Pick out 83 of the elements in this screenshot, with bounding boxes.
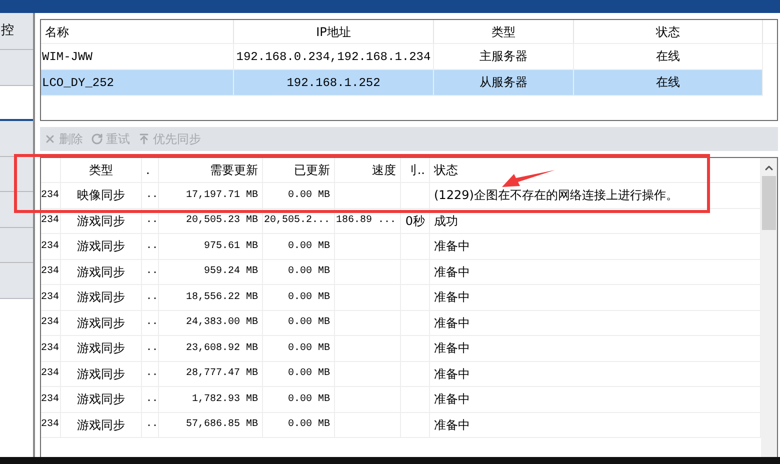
sidebar-tab[interactable]: 控 [0,13,33,50]
table-cell-text: 975.61 MB [204,240,258,254]
table-cell-text: 23,608.92 MB [186,342,258,356]
table-cell-text: 0.00 MB [288,265,330,280]
table-cell-text: 0.00 MB [288,316,330,330]
table-cell-text: .. [146,290,158,305]
column-header[interactable]: 已更新 [263,158,335,182]
table-cell-text: .. [146,240,158,254]
table-cell-text: 准备中 [434,314,470,332]
table-cell-text: 57,686.85 MB [186,418,258,432]
table-cell-text: (1229)企图在不存在的网络连接上进行操作。 [434,187,678,204]
column-header[interactable]: 需要更新 [159,158,263,182]
table-cell-text: 准备中 [434,416,470,434]
table-cell-text: 0.00 MB [288,418,330,432]
column-header[interactable]: 速度 [335,158,401,182]
table-cell-text: 游戏同步 [77,264,125,281]
table-cell-text: .. [146,265,158,280]
table-cell-text: 准备中 [434,238,470,256]
table-cell-text: .. [146,342,158,356]
table-cell-text: 186.89 ... [336,214,396,228]
table-cell-text: 18,556.22 MB [186,290,258,305]
column-header[interactable]: 类型 [434,20,574,43]
column-header[interactable]: . [142,158,159,182]
table-cell-text: 234 [41,367,60,382]
table-cell-text: 20,505.23 MB [186,214,258,228]
table-cell-text: 234 [41,316,60,330]
table-cell-text: 24,383.00 MB [186,316,258,330]
table-cell-text: 20,505.2... [264,214,330,228]
table-cell-text: 游戏同步 [77,289,125,306]
table-cell: 192.168.0.234,192.168.1.234 [234,44,434,69]
table-cell-text: 0.00 MB [288,188,330,203]
column-header[interactable]: 状态 [574,20,763,43]
table-cell: 主服务器 [434,44,574,69]
table-cell-text: .. [146,188,158,203]
table-cell-text: 准备中 [434,264,470,281]
table-cell: 在线 [574,70,763,95]
table-cell-text: 游戏同步 [77,391,125,408]
table-cell-text: 28,777.47 MB [186,367,258,382]
table-cell-text: .. [146,418,158,432]
table-cell-text: 映像同步 [77,187,125,204]
table-cell-text: 0.00 MB [288,240,330,254]
table-cell-text: 游戏同步 [77,366,125,383]
column-header[interactable]: 类型 [61,158,142,182]
table-cell-text: 准备中 [434,366,470,383]
table-cell-text: 1,782.93 MB [192,392,258,407]
table-cell: 从服务器 [434,70,574,95]
table-cell-text: 游戏同步 [77,212,125,230]
table-cell-text: 959.24 MB [204,265,258,280]
table-cell-text: .. [146,367,158,382]
table-cell-text: 234 [41,418,60,432]
table-cell-text: 游戏同步 [77,340,125,358]
table-cell-text: .. [146,316,158,330]
server-row[interactable]: LCO_DY_252 192.168.1.252 从服务器 在线 [41,70,763,96]
table-cell-text: .. [146,392,158,407]
table-cell: 192.168.1.252 [234,70,434,95]
table-cell-text: 234 [41,342,60,356]
column-header[interactable]: IP地址 [234,20,434,43]
table-cell-text: 0.00 MB [288,290,330,305]
table-cell-text: 游戏同步 [77,416,125,434]
table-cell-text: 234 [41,214,60,228]
table-cell-text: 234 [41,240,60,254]
table-cell-text: 成功 [434,212,458,230]
table-cell-text: 游戏同步 [77,238,125,256]
table-cell-text: 234 [41,290,60,305]
table-cell-text: 0.00 MB [288,392,330,407]
table-cell-text: 准备中 [434,340,470,358]
table-cell-text: 游戏同步 [77,314,125,332]
table-cell-text: 234 [41,265,60,280]
table-cell-text: 0秒 [405,212,425,230]
table-cell: WIM-JWW [41,44,234,69]
table-cell-text: 234 [41,392,60,407]
table-cell-text: 准备中 [434,391,470,408]
table-cell-text: 17,197.71 MB [186,188,258,203]
table-cell-text: 0.00 MB [288,342,330,356]
table-cell: LCO_DY_252 [41,70,234,95]
table-cell-text: 0.00 MB [288,367,330,382]
table-cell-text: 234 [41,188,60,203]
table-cell-text: .. [146,214,158,228]
table-cell-text: 准备中 [434,289,470,306]
server-row[interactable]: WIM-JWW 192.168.0.234,192.168.1.234 主服务器 在线 [41,44,763,70]
table-cell: 在线 [574,44,763,69]
column-header[interactable]: 名称 [41,20,234,43]
column-header[interactable]: 刂.. [401,158,430,182]
